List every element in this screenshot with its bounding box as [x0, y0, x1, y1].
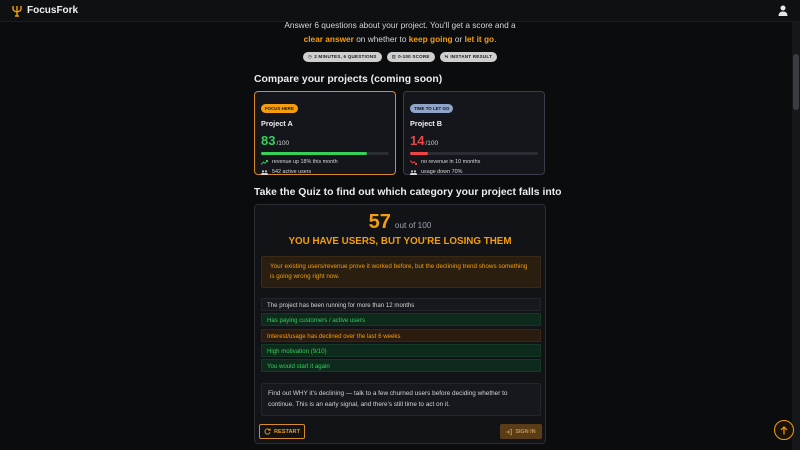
badge-label: 2 MINUTES, 6 QUESTIONS — [314, 54, 377, 59]
project-stat: no revenue in 10 months — [410, 159, 538, 165]
score-max: /100 — [425, 140, 439, 147]
result-advice: Find out WHY it's declining — talk to a … — [261, 383, 541, 416]
clock-icon: ◷ — [307, 54, 313, 59]
project-name: Project B — [410, 119, 443, 128]
stat-text: revenue up 18% this month — [272, 159, 338, 165]
project-stat: 542 active users — [261, 169, 389, 175]
result-verdict: YOU HAVE USERS, BUT YOU'RE LOSING THEM — [288, 236, 512, 247]
project-stat: usage down 70% — [410, 169, 538, 175]
result-warning: Your existing users/revenue prove it wor… — [261, 256, 541, 288]
scrollbar[interactable] — [792, 22, 800, 450]
feature-badges: ◷ 2 MINUTES, 6 QUESTIONS ▥ 0-100 SCORE ϟ IN… — [0, 52, 800, 62]
restart-icon — [264, 428, 271, 435]
result-score-value: 57 — [368, 211, 391, 233]
answer-item: Has paying customers / active users — [261, 313, 541, 327]
chart-icon: ▥ — [391, 54, 397, 59]
sign-in-button[interactable]: SIGN IN — [500, 424, 542, 439]
intro-text: or — [452, 34, 465, 44]
brand-name: FocusFork — [27, 5, 79, 16]
result-score-max: out of 100 — [394, 221, 432, 230]
intro-text: on whether to — [353, 34, 409, 44]
brand[interactable]: FocusFork — [12, 5, 78, 17]
answer-item: High motivation (9/10) — [261, 343, 541, 357]
intro: Answer 6 questions about your project. Y… — [0, 18, 800, 62]
project-stat: revenue up 18% this month — [261, 159, 389, 165]
arrow-up-icon — [780, 425, 788, 434]
project-score: 83 /100 — [261, 133, 389, 148]
scroll-to-top-button[interactable] — [774, 420, 794, 440]
trend-up-icon — [261, 159, 268, 165]
stat-text: no revenue in 10 months — [421, 159, 481, 165]
answer-item: You would start it again — [261, 359, 541, 373]
user-account-icon[interactable] — [778, 5, 788, 16]
project-tag: FOCUS HERE — [261, 104, 298, 113]
badge-duration: ◷ 2 MINUTES, 6 QUESTIONS — [302, 52, 382, 62]
score-progress-bar — [261, 152, 389, 155]
restart-button[interactable]: RESTART — [259, 424, 305, 439]
badge-label: INSTANT RESULT — [450, 54, 492, 59]
intro-text: . — [494, 34, 497, 44]
users-icon — [410, 169, 417, 175]
answer-list: The project has been running for more th… — [261, 298, 541, 374]
quiz-result-panel: 57 out of 100 YOU HAVE USERS, BUT YOU'RE … — [254, 204, 546, 444]
answer-item: The project has been running for more th… — [261, 298, 541, 311]
project-tag: TIME TO LET GO — [410, 104, 454, 113]
score-value: 14 — [410, 133, 425, 148]
users-icon — [261, 169, 268, 175]
result-score: 57 out of 100 — [255, 211, 545, 234]
badge-instant: ϟ INSTANT RESULT — [439, 52, 497, 62]
score-progress-fill — [410, 152, 428, 155]
sign-in-icon — [506, 428, 513, 435]
intro-line-1: Answer 6 questions about your project. Y… — [284, 20, 516, 30]
compare-heading: Compare your projects (coming soon) — [254, 74, 443, 85]
badge-score: ▥ 0-100 SCORE — [386, 52, 435, 62]
project-card-b: TIME TO LET GO Project B 14 /100 no reve… — [403, 91, 545, 175]
stat-text: 542 active users — [272, 169, 312, 175]
answer-item: Interest/usage has declined over the las… — [261, 328, 541, 342]
intro-line-2: clear answer on whether to keep going or… — [0, 32, 800, 46]
highlight-clear-answer: clear answer — [303, 34, 354, 44]
scrollbar-thumb[interactable] — [793, 54, 799, 110]
project-name: Project A — [261, 119, 293, 128]
stat-text: usage down 70% — [421, 169, 463, 175]
bolt-icon: ϟ — [444, 54, 449, 59]
fork-logo-icon — [12, 5, 22, 17]
quiz-heading: Take the Quiz to find out which category… — [254, 187, 562, 198]
project-score: 14 /100 — [410, 133, 538, 148]
score-progress-bar — [410, 152, 538, 155]
highlight-keep-going: keep going — [408, 34, 453, 44]
highlight-let-it-go: let it go — [464, 34, 495, 44]
score-progress-fill — [261, 152, 368, 155]
project-card-a: FOCUS HERE Project A 83 /100 revenue up … — [254, 91, 396, 175]
badge-label: 0-100 SCORE — [398, 54, 430, 59]
sign-in-label: SIGN IN — [515, 428, 536, 435]
score-value: 83 — [261, 133, 276, 148]
restart-label: RESTART — [274, 428, 300, 435]
score-max: /100 — [276, 140, 290, 147]
trend-down-icon — [410, 159, 417, 165]
